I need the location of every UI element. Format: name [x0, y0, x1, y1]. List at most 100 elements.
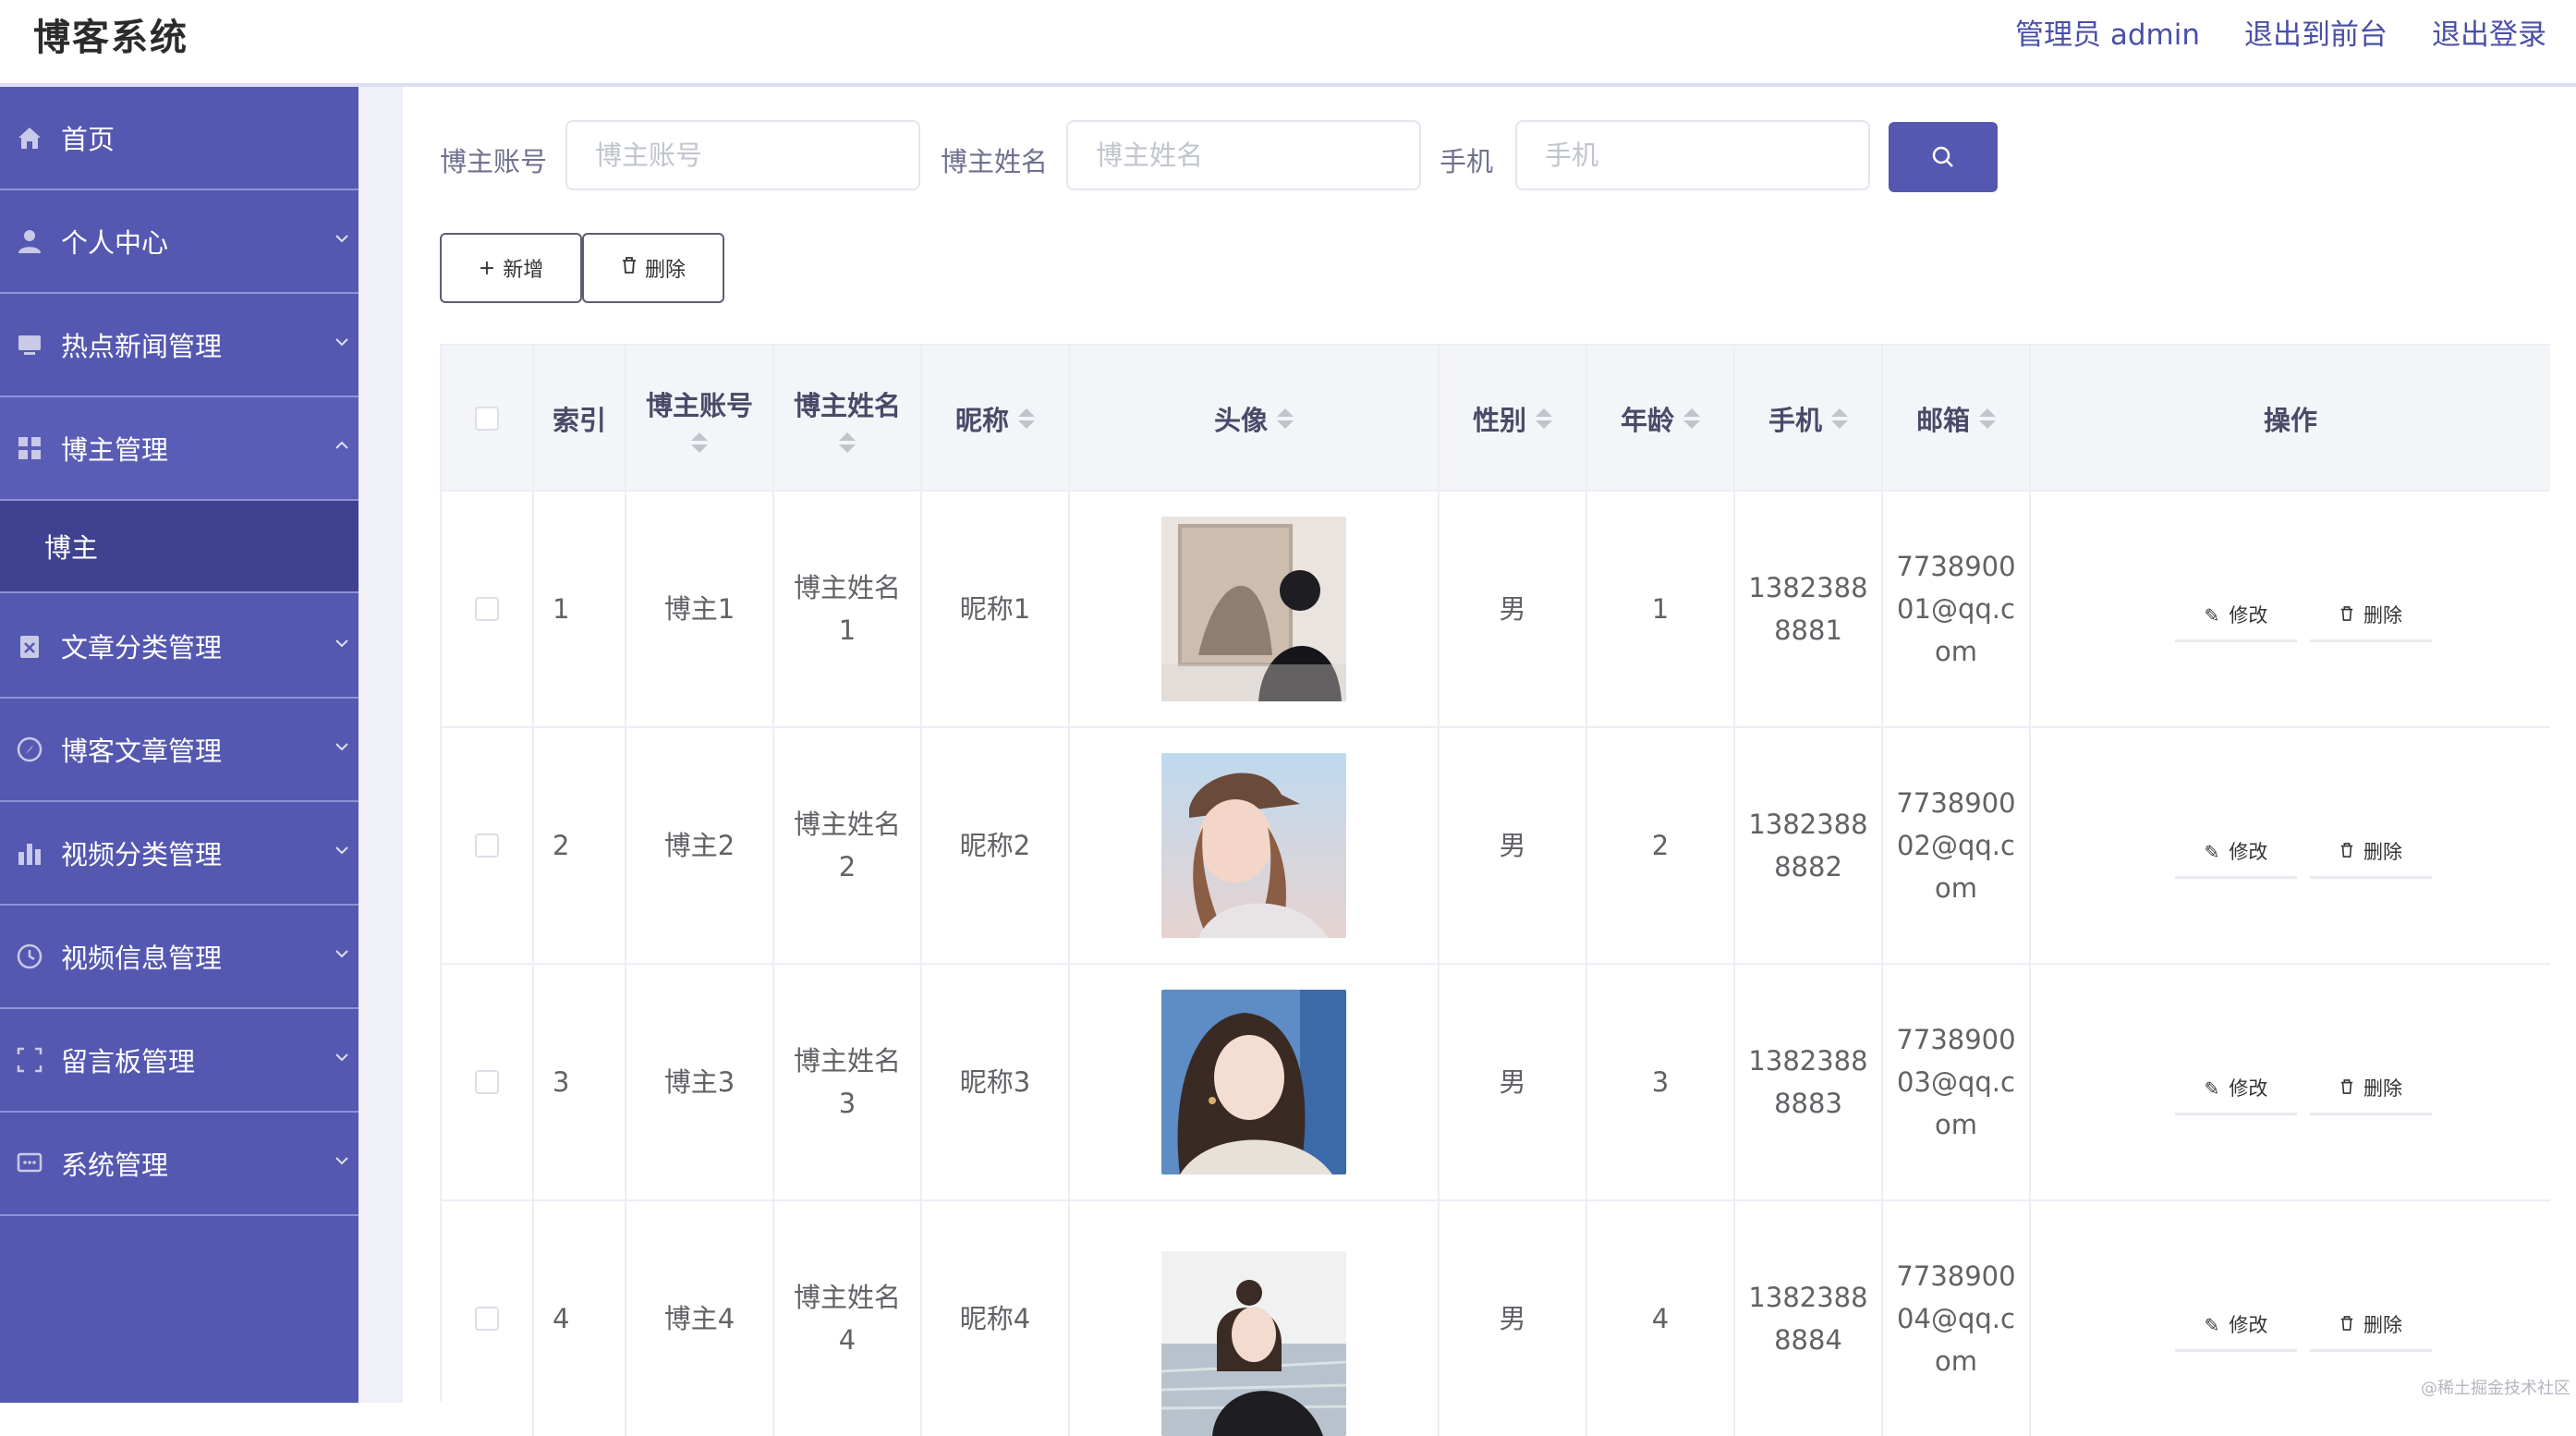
sidebar: 首页 个人中心 热点新闻管理 博主管理 博主 文章分类管理 博客文章管理 视频分…	[0, 87, 358, 1403]
sidebar-item-label: 博主管理	[61, 434, 169, 466]
delete-button-label: 删除	[2363, 841, 2402, 863]
cell-gender: 男	[1440, 965, 1587, 1199]
cell-email-line: 7738900	[1896, 1024, 2016, 1055]
sort-icon[interactable]	[1683, 408, 1700, 429]
cell-name-line: 博主姓名	[793, 1282, 901, 1313]
cell-index: 3	[534, 965, 626, 1199]
cell-age: 1	[1587, 492, 1735, 726]
cell-account: 博主4	[626, 1201, 774, 1436]
cell-avatar	[1070, 1201, 1440, 1436]
add-button[interactable]: + 新增	[440, 233, 582, 303]
batch-delete-button[interactable]: 删除	[582, 233, 724, 303]
sidebar-item-label: 系统管理	[61, 1150, 169, 1181]
delete-button[interactable]: 删除	[2310, 828, 2432, 879]
watermark: @稀土掘金技术社区	[2421, 1379, 2570, 1398]
sort-icon[interactable]	[1277, 408, 1294, 429]
sidebar-subitem-blogger[interactable]: 博主	[0, 501, 358, 593]
compass-icon	[15, 735, 44, 764]
edit-icon: ✎	[2204, 604, 2220, 627]
edit-button-label: 修改	[2229, 1077, 2268, 1100]
delete-button-label: 删除	[2363, 1314, 2402, 1336]
search-input-name[interactable]	[1066, 120, 1421, 190]
sidebar-item-video-category[interactable]: 视频分类管理	[0, 802, 358, 906]
exit-to-frontend-link[interactable]: 退出到前台	[2244, 11, 2388, 53]
header-nickname[interactable]: 昵称	[922, 346, 1070, 492]
edit-button-label: 修改	[2229, 1314, 2268, 1336]
sidebar-item-blogger-management[interactable]: 博主管理	[0, 397, 358, 501]
cell-name-line: 2	[838, 851, 857, 882]
edit-button[interactable]: ✎ 修改	[2175, 1065, 2297, 1115]
row-checkbox[interactable]	[475, 597, 499, 621]
logout-link[interactable]: 退出登录	[2432, 11, 2546, 53]
header-email[interactable]: 邮箱	[1883, 346, 2031, 492]
edit-button-label: 修改	[2229, 841, 2268, 863]
cell-phone-line: 1382388	[1748, 1045, 1868, 1077]
sort-icon[interactable]	[1979, 408, 1996, 429]
cell-actions: ✎ 修改 删除	[2031, 965, 2550, 1199]
search-button[interactable]	[1889, 122, 1998, 192]
delete-button[interactable]: 删除	[2310, 1065, 2432, 1115]
search-input-account[interactable]	[565, 120, 920, 190]
cell-nickname: 昵称2	[922, 728, 1070, 963]
cell-email-line: 03@qq.c	[1897, 1066, 2015, 1098]
sidebar-item-message-board[interactable]: 留言板管理	[0, 1009, 358, 1113]
search-input-phone[interactable]	[1515, 120, 1870, 190]
sidebar-item-label: 文章分类管理	[61, 632, 223, 663]
cell-email: 7738900 04@qq.c om	[1883, 1201, 2031, 1436]
chevron-down-icon	[335, 1053, 348, 1062]
cell-name: 博主姓名 4	[774, 1201, 922, 1436]
cell-phone-line: 8883	[1774, 1088, 1842, 1119]
cell-phone: 1382388 8883	[1735, 965, 1883, 1199]
cell-phone: 1382388 8881	[1735, 492, 1883, 726]
select-all-checkbox[interactable]	[475, 407, 499, 431]
monitor-icon	[15, 330, 44, 359]
admin-user-link[interactable]: 管理员 admin	[2015, 11, 2200, 53]
header-age[interactable]: 年龄	[1587, 346, 1735, 492]
sidebar-item-article-category[interactable]: 文章分类管理	[0, 595, 358, 699]
edit-button[interactable]: ✎ 修改	[2175, 828, 2297, 879]
sort-icon[interactable]	[839, 432, 856, 453]
header-phone[interactable]: 手机	[1735, 346, 1883, 492]
sidebar-item-home[interactable]: 首页	[0, 87, 358, 190]
cell-index: 4	[534, 1201, 626, 1436]
chevron-down-icon	[335, 1157, 348, 1165]
sort-icon[interactable]	[1018, 408, 1035, 429]
edit-button[interactable]: ✎ 修改	[2175, 1301, 2297, 1352]
header-name[interactable]: 博主姓名	[774, 346, 922, 492]
sidebar-item-hot-news[interactable]: 热点新闻管理	[0, 294, 358, 397]
header-gender[interactable]: 性别	[1440, 346, 1587, 492]
cell-nickname: 昵称1	[922, 492, 1070, 726]
header-actions: 操作	[2031, 346, 2550, 492]
avatar-image	[1161, 753, 1346, 938]
sort-icon[interactable]	[1831, 408, 1848, 429]
row-checkbox[interactable]	[475, 1070, 499, 1094]
cell-email-line: om	[1935, 1345, 1977, 1377]
header-links: 管理员 admin 退出到前台 退出登录	[2015, 11, 2546, 53]
cell-avatar	[1070, 492, 1440, 726]
cell-phone-line: 8881	[1774, 615, 1842, 646]
header-index-label: 索引	[552, 405, 606, 436]
sidebar-item-personal-center[interactable]: 个人中心	[0, 190, 358, 294]
edit-button[interactable]: ✎ 修改	[2175, 591, 2297, 642]
header-avatar[interactable]: 头像	[1070, 346, 1440, 492]
row-checkbox[interactable]	[475, 1307, 499, 1331]
home-icon	[15, 123, 44, 152]
sort-icon[interactable]	[1536, 408, 1552, 429]
header-account[interactable]: 博主账号	[626, 346, 774, 492]
bar-chart-icon	[15, 838, 44, 868]
delete-button[interactable]: 删除	[2310, 1301, 2432, 1352]
sidebar-item-blog-article[interactable]: 博客文章管理	[0, 699, 358, 802]
cell-email-line: om	[1935, 636, 1977, 667]
cell-account: 博主2	[626, 728, 774, 963]
sidebar-item-video-info[interactable]: 视频信息管理	[0, 906, 358, 1009]
cell-avatar	[1070, 728, 1440, 963]
cell-account: 博主3	[626, 965, 774, 1199]
cell-email-line: 7738900	[1896, 787, 2016, 819]
sidebar-item-system[interactable]: 系统管理	[0, 1113, 358, 1216]
header-account-label: 博主账号	[645, 390, 753, 421]
cell-name: 博主姓名 2	[774, 728, 922, 963]
sort-icon[interactable]	[691, 432, 708, 453]
row-checkbox[interactable]	[475, 834, 499, 858]
delete-button[interactable]: 删除	[2310, 591, 2432, 642]
cell-name-line: 1	[838, 615, 857, 646]
